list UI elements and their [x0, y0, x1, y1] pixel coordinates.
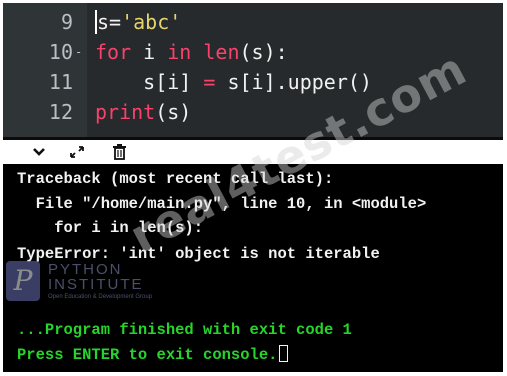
console-cursor: [279, 345, 289, 362]
clear-console-icon[interactable]: [109, 143, 129, 161]
chevron-down-icon[interactable]: [29, 143, 49, 161]
fold-marker-icon[interactable]: -: [75, 39, 82, 66]
line-number: 12: [48, 100, 73, 124]
press-enter-line: Press ENTER to exit console.: [17, 344, 289, 366]
code-token: s[i].upper(): [215, 70, 372, 94]
code-text: for i in len(s):: [95, 39, 288, 66]
code-token: s[i]: [95, 70, 204, 94]
code-token: 'abc': [121, 10, 182, 34]
line-number: 11: [48, 70, 73, 94]
code-token: =: [203, 70, 216, 94]
code-token: (s): [155, 100, 192, 124]
code-token: =: [109, 10, 122, 34]
logo-tagline: Open Education & Development Group: [48, 294, 153, 300]
code-token: for: [95, 40, 132, 64]
code-text: print(s): [95, 99, 191, 126]
line-number: 9: [60, 10, 73, 34]
expand-icon[interactable]: [67, 143, 87, 161]
python-institute-logo-mark: P: [6, 261, 40, 301]
code-token: i: [131, 40, 168, 64]
code-line[interactable]: 9 s='abc': [3, 9, 503, 36]
logo-text-institute: INSTITUTE: [48, 276, 144, 293]
code-token: print: [95, 100, 156, 124]
online-python-ide: 9 s='abc' 10- for i in len(s): 11 s[i] = s[i…: [3, 3, 503, 372]
code-text: s[i] = s[i].upper(): [95, 69, 372, 96]
line-number: 10: [48, 40, 73, 64]
exit-status-line: ...Program finished with exit code 1: [17, 321, 352, 339]
press-enter-text: Press ENTER to exit console.: [17, 346, 278, 364]
python-institute-logo: P PYTHON INSTITUTE Open Education & Deve…: [6, 261, 186, 309]
code-token: in: [167, 40, 192, 64]
code-token: len: [203, 40, 240, 64]
code-token: s: [95, 10, 110, 34]
code-text: s='abc': [95, 9, 181, 36]
code-token: (s):: [239, 40, 288, 64]
